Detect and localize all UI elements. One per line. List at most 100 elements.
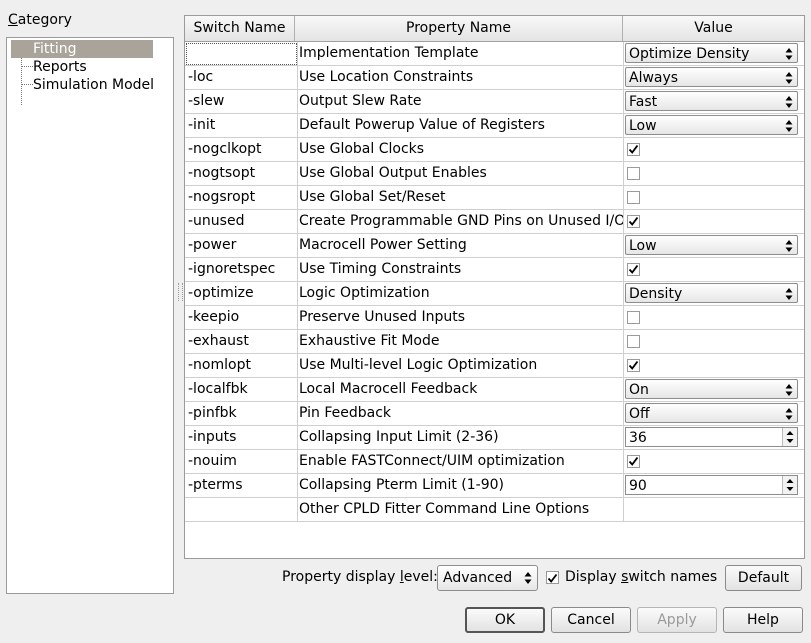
value-cell[interactable] <box>623 450 804 474</box>
switch-name-cell: -keepio <box>185 306 298 330</box>
value-cell[interactable] <box>623 330 804 354</box>
switch-name-cell: -power <box>185 234 298 258</box>
value-spinbox[interactable]: 90 <box>625 475 798 495</box>
value-select[interactable]: Always <box>625 67 798 87</box>
help-button[interactable]: Help <box>723 607 803 633</box>
property-name-cell: Preserve Unused Inputs <box>295 306 624 330</box>
property-name-cell: Output Slew Rate <box>295 90 624 114</box>
switch-name-cell: -nogtsopt <box>185 162 298 186</box>
value-checkbox[interactable] <box>627 335 640 348</box>
table-row[interactable]: -keepio Preserve Unused Inputs <box>185 306 804 330</box>
table-row[interactable]: -localfbk Local Macrocell Feedback On <box>185 378 804 402</box>
value-select[interactable]: Low <box>625 115 798 135</box>
switch-name-cell: -slew <box>185 90 298 114</box>
up-down-arrows-icon <box>785 408 793 420</box>
table-row[interactable]: -ignoretspec Use Timing Constraints <box>185 258 804 282</box>
value-cell[interactable] <box>623 162 804 186</box>
table-row[interactable]: -power Macrocell Power Setting Low <box>185 234 804 258</box>
switch-name-cell <box>185 498 298 522</box>
header-value[interactable]: Value <box>623 16 804 41</box>
switch-name-cell: -nomlopt <box>185 354 298 378</box>
spin-buttons[interactable] <box>782 476 797 494</box>
switch-name-cell: -loc <box>185 66 298 90</box>
table-row[interactable]: -pterms Collapsing Pterm Limit (1-90) 90 <box>185 474 804 498</box>
value-cell[interactable]: Off <box>623 402 804 426</box>
value-select[interactable]: Off <box>625 403 798 423</box>
value-cell[interactable] <box>623 186 804 210</box>
value-checkbox[interactable] <box>627 311 640 324</box>
property-name-cell: Macrocell Power Setting <box>295 234 624 258</box>
value-select[interactable]: Low <box>625 235 798 255</box>
value-checkbox[interactable] <box>627 263 640 276</box>
table-row[interactable]: Implementation Template Optimize Density <box>185 42 804 66</box>
up-down-arrows-icon <box>785 120 793 132</box>
header-switch-name[interactable]: Switch Name <box>185 16 295 41</box>
value-checkbox[interactable] <box>627 167 640 180</box>
value-cell[interactable] <box>623 306 804 330</box>
table-row[interactable]: -optimize Logic Optimization Density <box>185 282 804 306</box>
table-row[interactable]: -nogclkopt Use Global Clocks <box>185 138 804 162</box>
table-row[interactable]: -nouim Enable FASTConnect/UIM optimizatio… <box>185 450 804 474</box>
property-name-cell: Exhaustive Fit Mode <box>295 330 624 354</box>
checkmark-icon <box>628 216 639 226</box>
value-checkbox[interactable] <box>627 215 640 228</box>
property-name-cell: Collapsing Pterm Limit (1-90) <box>295 474 624 498</box>
value-spinbox[interactable]: 36 <box>625 427 798 447</box>
table-row[interactable]: Other CPLD Fitter Command Line Options <box>185 498 804 522</box>
value-checkbox[interactable] <box>627 191 640 204</box>
spin-buttons[interactable] <box>782 428 797 446</box>
table-row[interactable]: -exhaust Exhaustive Fit Mode <box>185 330 804 354</box>
value-cell[interactable]: Low <box>623 234 804 258</box>
up-down-arrows-icon <box>785 288 793 300</box>
table-row[interactable]: -nogtsopt Use Global Output Enables <box>185 162 804 186</box>
table-row[interactable]: -nomlopt Use Multi-level Logic Optimizati… <box>185 354 804 378</box>
value-select[interactable]: Fast <box>625 91 798 111</box>
value-cell[interactable]: 36 <box>623 426 804 450</box>
value-cell[interactable]: Always <box>623 66 804 90</box>
value-select[interactable]: Optimize Density <box>625 43 798 63</box>
value-select[interactable]: Density <box>625 283 798 303</box>
grid-header: Switch Name Property Name Value <box>185 16 804 42</box>
value-cell[interactable] <box>623 354 804 378</box>
up-down-arrows-icon <box>785 384 793 396</box>
value-cell[interactable] <box>623 210 804 234</box>
table-row[interactable]: -inputs Collapsing Input Limit (2-36) 36 <box>185 426 804 450</box>
value-checkbox[interactable] <box>627 143 640 156</box>
value-cell[interactable]: Low <box>623 114 804 138</box>
table-row[interactable]: -slew Output Slew Rate Fast <box>185 90 804 114</box>
value-cell[interactable]: Fast <box>623 90 804 114</box>
spin-arrows-icon <box>786 479 794 491</box>
up-down-arrows-icon <box>785 96 793 108</box>
splitter-handle[interactable] <box>178 283 183 301</box>
value-cell[interactable]: 90 <box>623 474 804 498</box>
property-name-cell: Create Programmable GND Pins on Unused I… <box>295 210 624 234</box>
checkmark-icon <box>547 573 558 583</box>
value-checkbox[interactable] <box>627 455 640 468</box>
display-level-select[interactable]: Advanced <box>437 565 538 591</box>
value-cell[interactable] <box>623 138 804 162</box>
property-name-cell: Enable FASTConnect/UIM optimization <box>295 450 624 474</box>
property-name-cell: Logic Optimization <box>295 282 624 306</box>
value-cell[interactable] <box>623 258 804 282</box>
value-checkbox[interactable] <box>627 359 640 372</box>
default-button[interactable]: Default <box>725 565 802 591</box>
ok-button[interactable]: OK <box>465 607 545 633</box>
checkbox-box[interactable] <box>546 571 559 584</box>
table-row[interactable]: -nogsropt Use Global Set/Reset <box>185 186 804 210</box>
apply-button[interactable]: Apply <box>637 607 717 633</box>
value-cell[interactable]: Density <box>623 282 804 306</box>
up-down-arrows-icon <box>785 48 793 60</box>
table-row[interactable]: -unused Create Programmable GND Pins on U… <box>185 210 804 234</box>
header-property-name[interactable]: Property Name <box>295 16 623 41</box>
spin-arrows-icon <box>786 431 794 443</box>
value-cell[interactable]: Optimize Density <box>623 42 804 66</box>
value-text-cell[interactable] <box>623 498 804 522</box>
table-row[interactable]: -loc Use Location Constraints Always <box>185 66 804 90</box>
property-grid[interactable]: Switch Name Property Name Value Implemen… <box>184 15 805 559</box>
table-row[interactable]: -init Default Powerup Value of Registers L… <box>185 114 804 138</box>
cancel-button[interactable]: Cancel <box>551 607 631 633</box>
value-cell[interactable]: On <box>623 378 804 402</box>
table-row[interactable]: -pinfbk Pin Feedback Off <box>185 402 804 426</box>
value-select[interactable]: On <box>625 379 798 399</box>
category-tree[interactable]: Fitting Reports Simulation Model <box>6 37 174 594</box>
